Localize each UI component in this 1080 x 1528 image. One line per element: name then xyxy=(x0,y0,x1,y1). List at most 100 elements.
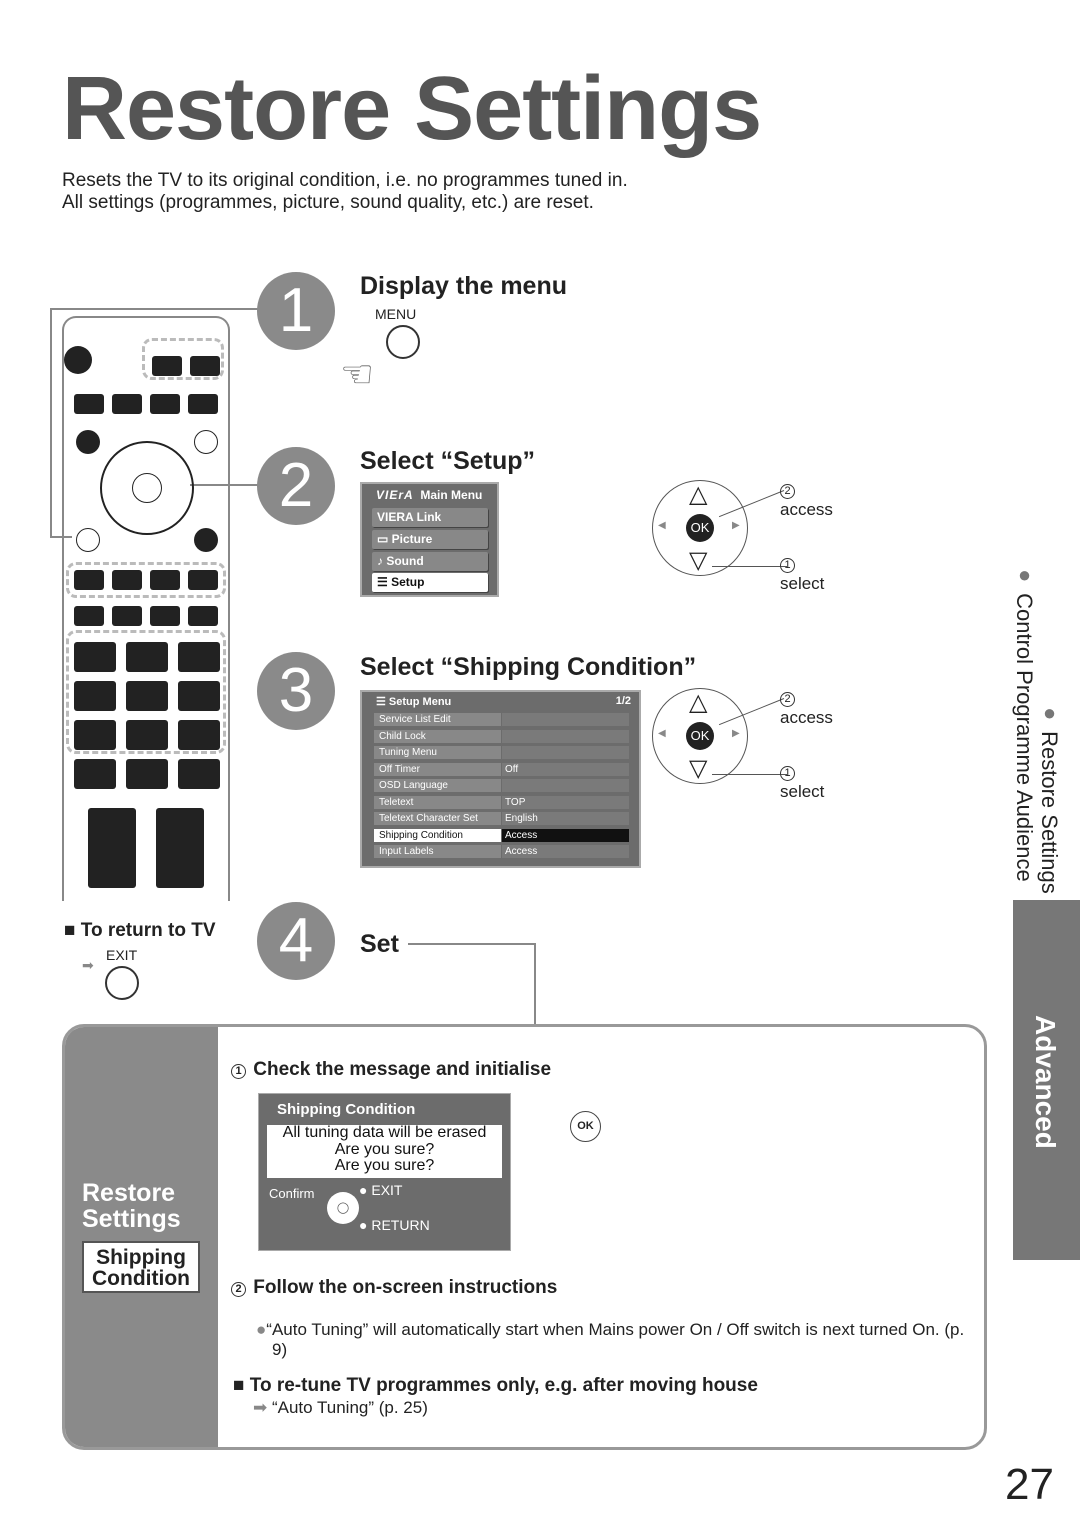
remote-key[interactable] xyxy=(188,570,218,590)
row-label: Teletext Character Set xyxy=(374,812,501,825)
power-button[interactable] xyxy=(64,346,92,374)
remote-key[interactable] xyxy=(188,606,218,626)
step-2-heading: Select “Setup” xyxy=(360,447,536,475)
advanced-tab[interactable]: Advanced xyxy=(1013,900,1080,1260)
step-1-heading: Display the menu xyxy=(360,272,567,300)
number-key[interactable] xyxy=(178,642,220,672)
row-value xyxy=(502,729,629,743)
square-bullet-icon: ■ xyxy=(64,920,81,941)
row-value: Access xyxy=(502,845,629,858)
setup-menu-row[interactable]: Service List Edit xyxy=(374,713,631,727)
remote-round-key[interactable] xyxy=(194,430,218,454)
setup-menu-row[interactable]: Tuning Menu xyxy=(374,746,631,760)
panel-sidebar xyxy=(65,1027,218,1447)
remote-round-key[interactable] xyxy=(76,430,100,454)
access-label: access xyxy=(780,708,833,727)
auto-tuning-note: “Auto Tuning” will automatically start w… xyxy=(266,1320,965,1359)
row-label: Off Timer xyxy=(374,762,501,776)
number-key[interactable] xyxy=(178,720,220,750)
right-arrow-icon[interactable]: ▶ xyxy=(732,520,740,531)
remote-key[interactable] xyxy=(156,808,204,888)
remote-key[interactable] xyxy=(88,808,136,888)
remote-ok-key[interactable] xyxy=(132,473,162,503)
remote-round-key[interactable] xyxy=(194,528,218,552)
remote-key[interactable] xyxy=(150,394,180,414)
number-key[interactable] xyxy=(74,759,116,789)
ok-button[interactable]: OK xyxy=(686,722,714,750)
number-key[interactable] xyxy=(178,759,220,789)
row-value xyxy=(502,713,629,726)
menu-button[interactable] xyxy=(386,325,420,359)
list-icon: ☰ xyxy=(376,696,389,708)
number-key[interactable] xyxy=(126,681,168,711)
down-arrow-icon[interactable]: ▽ xyxy=(689,754,707,783)
picture-icon: ▭ xyxy=(377,532,392,546)
setup-menu-row[interactable]: Input Labels Access xyxy=(374,845,631,859)
left-arrow-icon[interactable]: ◀ xyxy=(658,520,666,531)
remote-key[interactable] xyxy=(150,570,180,590)
row-label: Teletext xyxy=(374,795,501,809)
ok-button[interactable]: OK xyxy=(570,1111,601,1142)
row-value: Off xyxy=(502,762,629,776)
setup-menu-row[interactable]: Off Timer Off xyxy=(374,762,631,777)
sidebar-section-restore: ● Restore Settings xyxy=(1037,700,1062,894)
auto-tuning-link[interactable]: “Auto Tuning” (p. 25) xyxy=(272,1398,428,1417)
setup-menu-row[interactable]: Child Lock xyxy=(374,729,631,744)
substep-1: Check the message and initialise xyxy=(253,1059,552,1080)
exit-button[interactable] xyxy=(105,966,139,1000)
advanced-tab-label: Advanced xyxy=(1030,1015,1061,1149)
menu-item-picture[interactable]: ▭ Picture xyxy=(372,530,488,549)
number-key[interactable] xyxy=(126,720,168,750)
step-circle: 1 xyxy=(231,1064,246,1079)
up-arrow-icon[interactable]: △ xyxy=(689,688,707,717)
main-menu-screen: VIErA Main Menu VIERA Link ▭ Picture ♪ S… xyxy=(360,482,499,597)
setup-menu-row[interactable]: OSD Language xyxy=(374,779,631,793)
number-key[interactable] xyxy=(178,681,220,711)
setup-menu-row[interactable]: Shipping Condition Access xyxy=(374,828,631,843)
down-arrow-icon[interactable]: ▽ xyxy=(689,546,707,575)
remote-key[interactable] xyxy=(112,394,142,414)
connector-line xyxy=(408,943,536,945)
menu-item-viera-link[interactable]: VIERA Link xyxy=(372,508,488,527)
exit-option[interactable]: EXIT xyxy=(371,1182,402,1198)
ok-button[interactable]: OK xyxy=(686,514,714,542)
remote-key[interactable] xyxy=(74,570,104,590)
setup-menu-row[interactable]: Teletext TOP xyxy=(374,795,631,810)
menu-item-sound[interactable]: ♪ Sound xyxy=(372,552,488,571)
row-label: Child Lock xyxy=(374,729,501,743)
menu-key[interactable] xyxy=(76,528,100,552)
right-arrow-icon[interactable]: ▶ xyxy=(732,728,740,739)
step-4-number: 4 xyxy=(257,902,335,980)
number-key[interactable] xyxy=(126,642,168,672)
step-circle: 2 xyxy=(780,692,795,707)
remote-key[interactable] xyxy=(150,606,180,626)
bullet-icon: ● xyxy=(1012,562,1037,594)
remote-key[interactable] xyxy=(112,570,142,590)
remote-key[interactable] xyxy=(112,606,142,626)
row-label: Shipping Condition xyxy=(374,828,501,842)
setup-menu-row[interactable]: Teletext Character Set English xyxy=(374,812,631,826)
confirm-label: Confirm xyxy=(269,1186,315,1201)
remote-key[interactable] xyxy=(188,394,218,414)
bullet-icon: ● xyxy=(359,1217,372,1233)
page-number: 27 xyxy=(1005,1460,1054,1509)
left-arrow-icon[interactable]: ◀ xyxy=(658,728,666,739)
remote-key[interactable] xyxy=(190,356,220,376)
row-label: Input Labels xyxy=(374,845,501,858)
return-option[interactable]: RETURN xyxy=(371,1217,429,1233)
remote-key[interactable] xyxy=(74,606,104,626)
row-label: Service List Edit xyxy=(374,713,501,726)
number-key[interactable] xyxy=(74,681,116,711)
setup-menu-screen: ☰ Setup Menu 1/2 Service List Edit Child … xyxy=(360,690,641,868)
step-circle: 1 xyxy=(780,766,795,781)
menu-item-setup[interactable]: ☰ Setup xyxy=(372,573,488,592)
number-key[interactable] xyxy=(74,720,116,750)
number-key[interactable] xyxy=(126,759,168,789)
number-key[interactable] xyxy=(74,642,116,672)
up-arrow-icon[interactable]: △ xyxy=(689,480,707,509)
step-1-number: 1 xyxy=(257,272,335,350)
dialog-message: All tuning data will be erased xyxy=(282,1124,487,1141)
connector-line xyxy=(534,943,536,1025)
remote-key[interactable] xyxy=(152,356,182,376)
remote-key[interactable] xyxy=(74,394,104,414)
